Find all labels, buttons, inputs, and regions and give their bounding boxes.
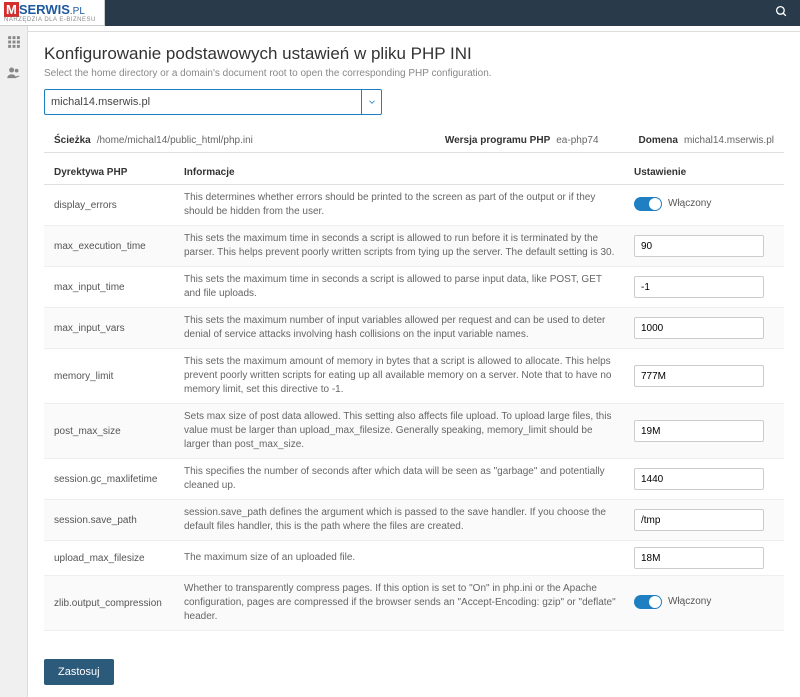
directive-name: max_input_vars xyxy=(54,323,184,334)
setting-input[interactable] xyxy=(634,365,764,387)
info-dom-label: Domena xyxy=(639,135,678,146)
directive-info: Whether to transparently compress pages.… xyxy=(184,582,634,624)
directive-info: This determines whether errors should be… xyxy=(184,191,634,219)
directive-name: upload_max_filesize xyxy=(54,553,184,564)
directive-setting xyxy=(634,420,774,442)
directive-setting: Włączony xyxy=(634,595,774,612)
directive-name: session.gc_maxlifetime xyxy=(54,474,184,485)
directive-info: This sets the maximum number of input va… xyxy=(184,314,634,342)
table-row: memory_limitThis sets the maximum amount… xyxy=(44,349,784,404)
directive-setting xyxy=(634,468,774,490)
setting-input[interactable] xyxy=(634,468,764,490)
info-ver-value: ea-php74 xyxy=(556,135,598,146)
directive-setting: Włączony xyxy=(634,197,774,214)
directive-info: This sets the maximum time in seconds a … xyxy=(184,273,634,301)
domain-select-value: michal14.mserwis.pl xyxy=(51,96,150,108)
info-row: Ścieżka /home/michal14/public_html/php.i… xyxy=(44,129,784,153)
table-row: max_execution_timeThis sets the maximum … xyxy=(44,226,784,267)
page-subtitle: Select the home directory or a domain's … xyxy=(44,68,784,79)
directive-setting xyxy=(634,276,774,298)
toggle-switch[interactable] xyxy=(634,197,662,211)
brand-logo[interactable]: MSERWIS.PL NARZĘDZIA DLA E-BIZNESU xyxy=(0,0,105,26)
table-row: display_errorsThis determines whether er… xyxy=(44,185,784,226)
info-path-value: /home/michal14/public_html/php.ini xyxy=(97,135,253,146)
table-row: session.gc_maxlifetimeThis specifies the… xyxy=(44,459,784,500)
directive-info: This sets the maximum amount of memory i… xyxy=(184,355,634,397)
directive-setting xyxy=(634,235,774,257)
header-directive: Dyrektywa PHP xyxy=(54,167,184,178)
directive-info: session.save_path defines the argument w… xyxy=(184,506,634,534)
logo-pl: .PL xyxy=(70,6,85,17)
search-icon[interactable] xyxy=(775,5,788,21)
setting-input[interactable] xyxy=(634,235,764,257)
table-row: zlib.output_compressionWhether to transp… xyxy=(44,576,784,631)
users-icon[interactable] xyxy=(6,64,22,80)
logo-rest: SERWIS xyxy=(19,2,70,17)
directive-name: max_input_time xyxy=(54,282,184,293)
toggle-label: Włączony xyxy=(668,596,711,607)
info-dom-value: michal14.mserwis.pl xyxy=(684,135,774,146)
toggle-switch[interactable] xyxy=(634,595,662,609)
directive-setting xyxy=(634,547,774,569)
directive-info: The maximum size of an uploaded file. xyxy=(184,551,634,565)
directive-name: session.save_path xyxy=(54,515,184,526)
table-header: Dyrektywa PHP Informacje Ustawienie xyxy=(44,161,784,185)
table-row: session.save_pathsession.save_path defin… xyxy=(44,500,784,541)
sidebar xyxy=(0,26,28,697)
table-row: max_input_varsThis sets the maximum numb… xyxy=(44,308,784,349)
directive-setting xyxy=(634,317,774,339)
table-row: post_max_sizeSets max size of post data … xyxy=(44,404,784,459)
setting-input[interactable] xyxy=(634,276,764,298)
logo-tagline: NARZĘDZIA DLA E-BIZNESU xyxy=(4,17,96,23)
header-setting: Ustawienie xyxy=(634,167,774,178)
table-row: max_input_timeThis sets the maximum time… xyxy=(44,267,784,308)
directive-name: zlib.output_compression xyxy=(54,598,184,609)
directive-name: max_execution_time xyxy=(54,241,184,252)
directive-name: display_errors xyxy=(54,200,184,211)
topbar: MSERWIS.PL NARZĘDZIA DLA E-BIZNESU xyxy=(0,0,800,26)
table-row: upload_max_filesizeThe maximum size of a… xyxy=(44,541,784,576)
setting-input[interactable] xyxy=(634,509,764,531)
directive-info: This specifies the number of seconds aft… xyxy=(184,465,634,493)
directive-setting xyxy=(634,365,774,387)
directive-setting xyxy=(634,509,774,531)
apply-button[interactable]: Zastosuj xyxy=(44,659,114,685)
logo-m: M xyxy=(4,2,19,17)
directives-table: Dyrektywa PHP Informacje Ustawienie disp… xyxy=(44,161,784,631)
directive-name: post_max_size xyxy=(54,426,184,437)
main-content: Tryb podstawowy Tryb edytora Konfigurowa… xyxy=(28,26,800,697)
info-ver-label: Wersja programu PHP xyxy=(445,135,550,146)
setting-input[interactable] xyxy=(634,547,764,569)
domain-select[interactable]: michal14.mserwis.pl xyxy=(44,89,382,115)
setting-input[interactable] xyxy=(634,420,764,442)
toggle-label: Włączony xyxy=(668,198,711,209)
setting-input[interactable] xyxy=(634,317,764,339)
directive-info: Sets max size of post data allowed. This… xyxy=(184,410,634,452)
header-info: Informacje xyxy=(184,167,634,178)
grid-icon[interactable] xyxy=(6,34,22,50)
directive-info: This sets the maximum time in seconds a … xyxy=(184,232,634,260)
directive-name: memory_limit xyxy=(54,371,184,382)
info-path-label: Ścieżka xyxy=(54,135,91,146)
page-title: Konfigurowanie podstawowych ustawień w p… xyxy=(44,44,784,64)
chevron-down-icon xyxy=(361,90,381,114)
